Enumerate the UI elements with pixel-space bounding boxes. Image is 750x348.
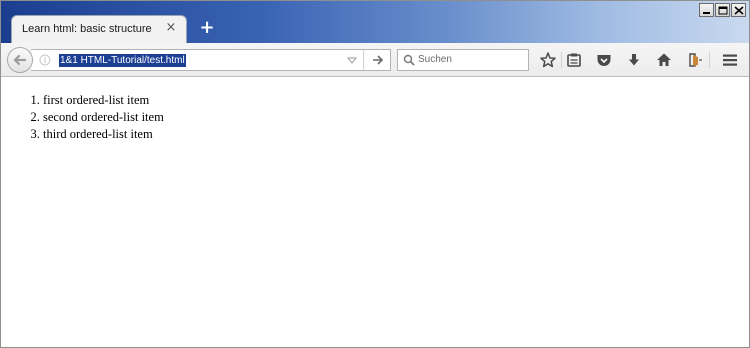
reading-list-icon[interactable] — [565, 51, 583, 69]
list-item: second ordered-list item — [43, 109, 164, 126]
list-item: third ordered-list item — [43, 126, 164, 143]
minimize-icon[interactable] — [699, 3, 714, 17]
search-icon — [403, 54, 415, 66]
tab-title: Learn html: basic structure — [22, 23, 152, 35]
list-item: first ordered-list item — [43, 92, 164, 109]
download-icon[interactable] — [625, 51, 643, 69]
toolbar-separator — [709, 52, 710, 68]
navigation-toolbar: 1&1 HTML-Tutorial/test.html Suchen — [1, 43, 749, 77]
new-tab-icon[interactable]: + — [198, 19, 216, 37]
maximize-icon[interactable] — [715, 3, 730, 17]
info-icon[interactable] — [39, 54, 51, 66]
back-button[interactable] — [7, 47, 33, 73]
browser-window: Learn html: basic structure × + 1&1 HTML… — [0, 0, 750, 348]
toolbar-separator — [561, 52, 562, 68]
home-icon[interactable] — [655, 51, 673, 69]
page-content: first ordered-list item second ordered-l… — [1, 77, 749, 347]
search-input[interactable]: Suchen — [397, 49, 529, 71]
dropmarker-icon[interactable] — [347, 55, 357, 65]
search-placeholder: Suchen — [418, 54, 452, 65]
bookmark-star-icon[interactable] — [539, 51, 557, 69]
tab-strip: Learn html: basic structure × + — [1, 1, 749, 43]
url-text[interactable]: 1&1 HTML-Tutorial/test.html — [59, 54, 186, 67]
go-button[interactable] — [363, 50, 391, 70]
close-icon[interactable] — [731, 3, 746, 17]
url-bar[interactable]: 1&1 HTML-Tutorial/test.html — [31, 49, 391, 71]
window-controls — [698, 3, 746, 19]
go-arrow-icon — [373, 55, 384, 65]
tab-close-icon[interactable]: × — [164, 20, 178, 36]
back-arrow-icon — [13, 54, 27, 66]
tab-active[interactable]: Learn html: basic structure × — [11, 15, 187, 43]
ordered-list: first ordered-list item second ordered-l… — [1, 92, 164, 143]
menu-icon[interactable] — [721, 51, 739, 69]
pocket-icon[interactable] — [595, 51, 613, 69]
share-icon[interactable] — [685, 51, 703, 69]
